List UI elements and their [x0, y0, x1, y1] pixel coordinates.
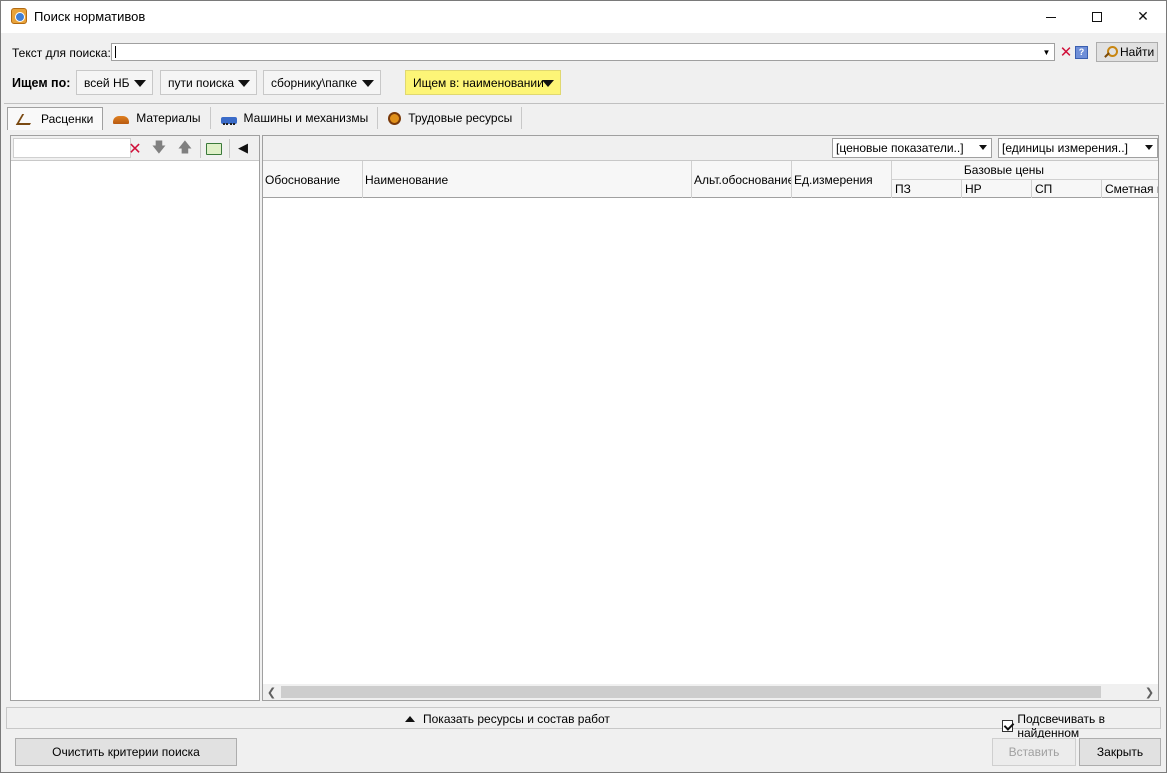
- collection-folder-dropdown[interactable]: сборнику\папке: [263, 70, 381, 95]
- show-resources-label: Показать ресурсы и состав работ: [423, 712, 610, 726]
- machines-icon: [220, 116, 237, 125]
- clear-search-button[interactable]: ✕: [1059, 43, 1073, 61]
- column-header-alt-basis[interactable]: Альт.обоснование: [692, 161, 792, 198]
- collapse-panel-button[interactable]: ◀: [233, 139, 253, 158]
- column-header-estimate-price[interactable]: Сметная ц: [1102, 180, 1158, 198]
- next-match-button[interactable]: 🡇: [149, 139, 169, 158]
- search-history-dropdown[interactable]: ▼: [1040, 45, 1053, 59]
- tab-label: Трудовые ресурсы: [408, 111, 513, 125]
- tree-filter-input[interactable]: [13, 138, 131, 158]
- rates-icon: [18, 113, 34, 125]
- clear-filter-button[interactable]: ✕: [125, 139, 145, 158]
- highlight-option[interactable]: Подсвечивать в найденном: [1002, 712, 1160, 740]
- clear-icon: ✕: [128, 139, 142, 158]
- maximize-button[interactable]: [1074, 1, 1120, 33]
- units-value: [единицы измерения..]: [1002, 141, 1128, 155]
- results-panel: [ценовые показатели..] [единицы измерени…: [262, 135, 1159, 701]
- chevron-down-icon: [542, 80, 554, 87]
- tab-label: Машины и механизмы: [243, 111, 369, 125]
- text-caret: [115, 46, 116, 58]
- search-paths-dropdown[interactable]: пути поиска: [160, 70, 257, 95]
- horizontal-scrollbar[interactable]: ❮ ❯: [263, 684, 1158, 700]
- column-group-base-prices: Базовые цены: [892, 161, 1158, 180]
- tab-materials[interactable]: Материалы: [103, 107, 211, 129]
- window-title: Поиск нормативов: [34, 9, 146, 24]
- scope-nb-dropdown[interactable]: всей НБ: [76, 70, 153, 95]
- maximize-icon: [1092, 12, 1102, 22]
- divider: [200, 139, 201, 158]
- divider: [229, 139, 230, 158]
- search-label: Текст для поиска:: [12, 46, 111, 60]
- insert-button[interactable]: Вставить: [992, 738, 1076, 766]
- tab-labor[interactable]: Трудовые ресурсы: [378, 107, 523, 129]
- collection-folder-value: сборнику\папке: [271, 75, 357, 90]
- grid-header: Обоснование Наименование Альт.обосновани…: [263, 161, 1158, 198]
- column-header-pz[interactable]: ПЗ: [892, 180, 962, 198]
- close-window-button[interactable]: ✕: [1120, 1, 1166, 33]
- materials-icon: [113, 115, 130, 124]
- scroll-right-icon[interactable]: ❯: [1141, 684, 1158, 700]
- arrow-up-icon: 🡅: [177, 139, 193, 156]
- magnifier-icon: [1103, 45, 1118, 59]
- search-in-dropdown[interactable]: Ищем в: наименовании: [405, 70, 561, 95]
- details-bar: Показать ресурсы и состав работ Подсвечи…: [6, 707, 1161, 740]
- chevron-down-icon: [134, 80, 146, 87]
- show-resources-toggle[interactable]: Показать ресурсы и состав работ: [405, 712, 610, 726]
- chevron-down-icon: [238, 80, 250, 87]
- search-paths-value: пути поиска: [168, 75, 235, 90]
- search-help-icon[interactable]: ?: [1075, 46, 1088, 59]
- arrow-down-icon: 🡇: [151, 139, 167, 156]
- triangle-up-icon: [405, 716, 415, 722]
- search-in-value: Ищем в: наименовании: [413, 75, 544, 90]
- scope-nb-value: всей НБ: [84, 75, 130, 90]
- column-header-unit[interactable]: Ед.измерения: [792, 161, 892, 198]
- column-header-sp[interactable]: СП: [1032, 180, 1102, 198]
- prev-match-button[interactable]: 🡅: [175, 139, 195, 158]
- minimize-button[interactable]: [1028, 1, 1074, 33]
- clear-criteria-button[interactable]: Очистить критерии поиска: [15, 738, 237, 766]
- minimize-icon: [1046, 16, 1056, 18]
- open-book-button[interactable]: [204, 139, 224, 158]
- clear-icon: ✕: [1059, 43, 1073, 61]
- highlight-label: Подсвечивать в найденном: [1017, 712, 1105, 740]
- chevron-down-icon: [1145, 145, 1153, 150]
- tab-label: Материалы: [136, 111, 201, 125]
- divider: [4, 103, 1164, 104]
- search-norms-window: Поиск нормативов ✕ Текст для поиска: ▼ ✕…: [0, 0, 1167, 773]
- labor-icon: [388, 111, 402, 125]
- highlight-checkbox[interactable]: [1002, 720, 1014, 732]
- tree-toolbar: ✕ 🡇 🡅 ◀: [11, 136, 259, 161]
- results-toolbar: [ценовые показатели..] [единицы измерени…: [263, 136, 1158, 161]
- chevron-down-icon: [362, 80, 374, 87]
- column-header-basis[interactable]: Обоснование: [263, 161, 363, 198]
- tab-strip: Расценки Материалы Машины и механизмы Тр…: [7, 107, 523, 130]
- tab-label: Расценки: [41, 112, 94, 126]
- chevron-down-icon: [979, 145, 987, 150]
- column-header-nr[interactable]: НР: [962, 180, 1032, 198]
- tree-panel: ✕ 🡇 🡅 ◀: [10, 135, 260, 701]
- book-icon: [206, 142, 222, 155]
- find-button[interactable]: Найти: [1096, 42, 1158, 62]
- price-indicators-dropdown[interactable]: [ценовые показатели..]: [832, 138, 992, 158]
- scroll-left-icon[interactable]: ❮: [263, 684, 280, 700]
- column-header-name[interactable]: Наименование: [363, 161, 692, 198]
- triangle-left-icon: ◀: [238, 141, 248, 156]
- tab-machines[interactable]: Машины и механизмы: [211, 107, 379, 129]
- tab-rates[interactable]: Расценки: [7, 107, 104, 130]
- close-icon: ✕: [1137, 9, 1149, 25]
- title-bar: Поиск нормативов ✕: [1, 1, 1166, 33]
- find-button-label: Найти: [1120, 45, 1155, 59]
- app-icon: [11, 8, 27, 24]
- units-dropdown[interactable]: [единицы измерения..]: [998, 138, 1158, 158]
- search-by-label: Ищем по:: [12, 76, 71, 90]
- close-button[interactable]: Закрыть: [1079, 738, 1161, 766]
- search-input[interactable]: ▼: [111, 43, 1055, 61]
- scrollbar-thumb[interactable]: [281, 686, 1101, 698]
- dropdown-arrow-icon: ▼: [1042, 47, 1051, 57]
- price-indicators-value: [ценовые показатели..]: [836, 141, 964, 155]
